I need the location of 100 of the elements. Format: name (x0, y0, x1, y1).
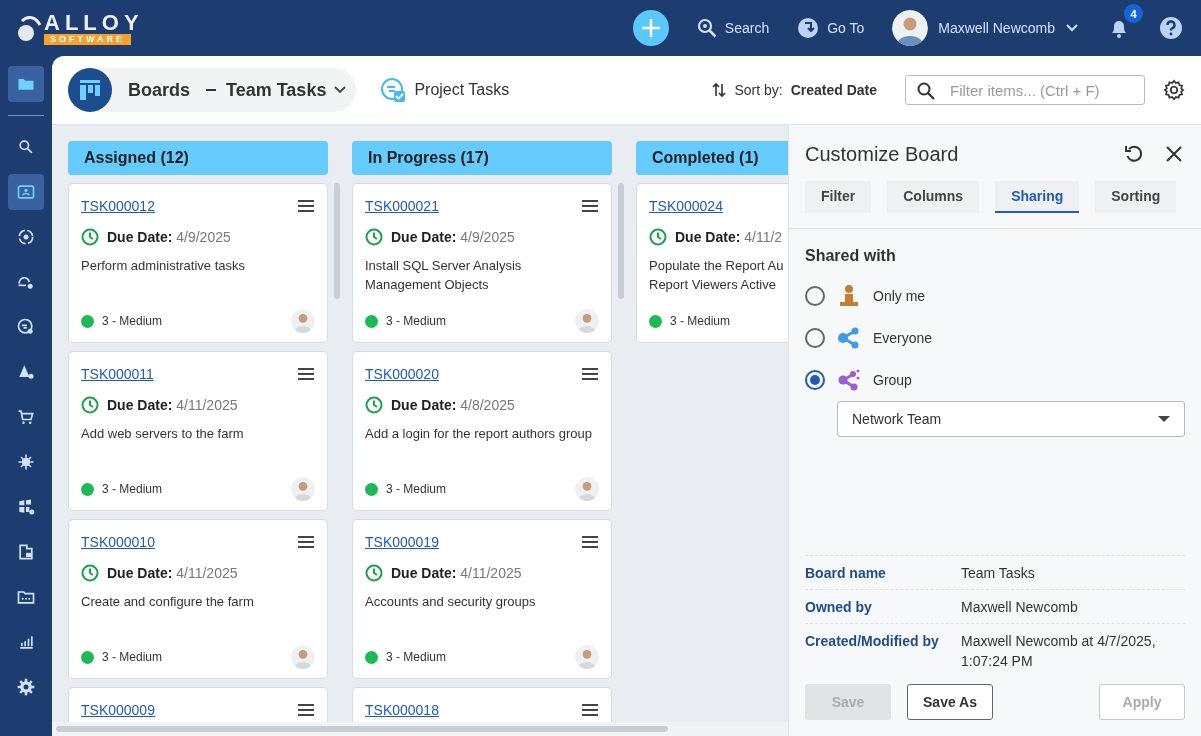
logo-wordmark: ALLOY (44, 11, 144, 34)
menu-icon[interactable] (297, 535, 315, 549)
panel-tab[interactable]: Columns (887, 181, 980, 213)
share-option[interactable]: Everyone (805, 317, 933, 359)
clock-icon (365, 564, 383, 582)
go-to-button[interactable]: Go To (797, 17, 865, 39)
clock-icon (365, 228, 383, 246)
task-card[interactable]: TSK000012 Due Date: 4/9/2025 Perform administrative tasks 3 - Medium (68, 183, 328, 343)
avatar (575, 477, 599, 501)
priority-label: 3 - Medium (102, 314, 163, 328)
task-card[interactable]: TSK000020 Due Date: 4/8/2025 Add a login for the report authors group 3 - Medium (352, 351, 612, 511)
group-dropdown[interactable]: Network Team (837, 401, 1185, 437)
scrollbar[interactable] (618, 183, 624, 299)
column-header: Assigned (12) (68, 141, 328, 175)
reset-button[interactable] (1123, 143, 1145, 165)
priority-dot (365, 482, 378, 496)
task-link[interactable]: TSK000012 (81, 198, 155, 214)
chevron-icon (1065, 23, 1079, 33)
clock-icon (81, 396, 99, 414)
notification-badge: 4 (1124, 4, 1143, 23)
add-button[interactable] (632, 10, 669, 46)
reset-icon (1123, 143, 1145, 165)
priority-label: 3 - Medium (102, 482, 163, 496)
sort-button[interactable]: Sort by: Created Date (712, 82, 877, 98)
scrollbar[interactable] (334, 183, 340, 299)
board-selector[interactable]: Boards Team Tasks (68, 68, 357, 112)
priority-dot (81, 482, 94, 496)
board-icon (79, 79, 101, 101)
task-link[interactable]: TSK000011 (81, 366, 154, 382)
info-value: Maxwell Newcomb at 4/7/2025, 1:07:24 PM (961, 632, 1157, 671)
task-link[interactable]: TSK000019 (365, 534, 439, 550)
due-date: Due Date: 4/11/2 (675, 229, 783, 245)
radio-button[interactable] (805, 286, 825, 306)
task-link[interactable]: TSK000010 (81, 534, 155, 550)
priority-dot (81, 650, 94, 664)
info-label: Board name (805, 564, 887, 583)
help-icon[interactable] (1159, 16, 1183, 40)
radio-button[interactable] (805, 328, 825, 348)
menu-icon[interactable] (581, 703, 599, 717)
task-link[interactable]: TSK000020 (365, 366, 439, 382)
caret-icon (1158, 416, 1170, 422)
ticket-icon (16, 182, 36, 202)
section-title: Shared with (805, 247, 897, 265)
share-option[interactable]: Group (805, 359, 912, 401)
task-card[interactable]: TSK000018 (352, 687, 612, 722)
user-menu[interactable]: Maxwell Newcomb (892, 10, 1079, 46)
panel-tab[interactable]: Sorting (1095, 181, 1177, 213)
action-button[interactable]: Save As (907, 684, 993, 720)
column-header: Completed (1) (636, 141, 788, 175)
menu-icon[interactable] (581, 199, 599, 213)
priority-label: 3 - Medium (386, 482, 447, 496)
priority-dot (365, 314, 378, 328)
due-date: Due Date: 4/9/2025 (391, 229, 515, 245)
task-card[interactable]: TSK000010 Due Date: 4/11/2025 Create and configure the farm 3 - Medium (68, 519, 328, 679)
task-description: Install SQL Server Analysis Management Objects (365, 257, 523, 294)
radio-button[interactable] (805, 370, 825, 390)
task-description: Accounts and security groups (365, 593, 537, 611)
logo-icon (16, 13, 42, 43)
menu-icon[interactable] (297, 703, 315, 717)
task-link[interactable]: TSK000021 (365, 198, 439, 214)
avatar (291, 645, 315, 669)
task-card[interactable]: TSK000021 Due Date: 4/9/2025 Install SQL Server Analysis Management Objects 3 - Medium (352, 183, 612, 343)
share-option[interactable]: Only me (805, 275, 926, 317)
project-tasks-link[interactable]: Project Tasks (380, 77, 510, 103)
task-card[interactable]: TSK000024 Due Date: 4/11/2 Populate the Report Au Report Viewers Active 3 - Medium (636, 183, 788, 343)
priority-label: 3 - Medium (670, 314, 731, 328)
scrollbar[interactable] (56, 726, 668, 732)
task-card[interactable]: TSK000009 (68, 687, 328, 722)
task-link[interactable]: TSK000009 (81, 702, 155, 718)
search-button[interactable]: Search (696, 18, 770, 38)
clock-icon (649, 228, 667, 246)
sidebar-item[interactable] (8, 66, 44, 102)
task-check-icon (380, 77, 407, 103)
virus-icon (16, 452, 36, 472)
due-date: Due Date: 4/11/2025 (107, 565, 238, 581)
task-card[interactable]: TSK000019 Due Date: 4/11/2025 Accounts and security groups 3 - Medium (352, 519, 612, 679)
task-link[interactable]: TSK000018 (365, 702, 439, 718)
circle-gear-icon (16, 317, 36, 337)
panel-tab[interactable]: Filter (805, 181, 872, 213)
menu-icon[interactable] (297, 367, 315, 381)
share-icon (837, 326, 861, 350)
cycle-gear-icon (16, 227, 36, 247)
plus-icon (639, 17, 662, 39)
task-description: Add web servers to the farm (81, 425, 245, 443)
sidebar-item[interactable] (8, 174, 44, 210)
settings-icon[interactable] (1163, 79, 1185, 101)
panel-tab[interactable]: Sharing (995, 181, 1080, 213)
clock-icon (365, 396, 383, 414)
menu-icon[interactable] (297, 199, 315, 213)
task-link[interactable]: TSK000024 (649, 198, 723, 214)
clock-icon (81, 228, 99, 246)
filter-field[interactable]: Filter items... (Ctrl + F) (905, 75, 1145, 105)
menu-icon[interactable] (581, 367, 599, 381)
info-value: Maxwell Newcomb (961, 598, 1079, 617)
priority-dot (649, 314, 662, 328)
due-date: Due Date: 4/9/2025 (107, 229, 231, 245)
task-card[interactable]: TSK000011 Due Date: 4/11/2025 Add web servers to the farm 3 - Medium (68, 351, 328, 511)
priority-label: 3 - Medium (102, 650, 163, 664)
due-date: Due Date: 4/11/2025 (391, 565, 522, 581)
menu-icon[interactable] (581, 535, 599, 549)
